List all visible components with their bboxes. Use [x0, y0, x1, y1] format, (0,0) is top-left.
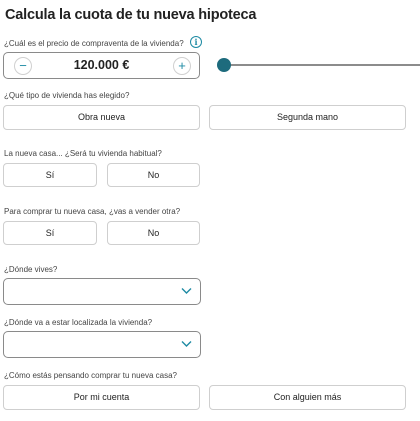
price-value[interactable]: 120.000 €	[4, 58, 199, 72]
option-new-build[interactable]: Obra nueva	[3, 105, 200, 130]
chevron-down-icon	[181, 341, 192, 347]
residence-select[interactable]	[3, 278, 201, 305]
option-second-hand[interactable]: Segunda mano	[209, 105, 406, 130]
habitual-no-button[interactable]: No	[107, 163, 200, 187]
increase-button[interactable]: +	[173, 57, 191, 75]
page-title: Calcula la cuota de tu nueva hipoteca	[5, 7, 257, 23]
price-slider-handle[interactable]	[217, 58, 231, 72]
option-with-someone[interactable]: Con alguien más	[209, 385, 406, 410]
buy-mode-label: ¿Cómo estás pensando comprar tu nueva ca…	[4, 371, 177, 380]
price-label: ¿Cuál es el precio de compraventa de la …	[4, 39, 184, 48]
residence-label: ¿Dónde vives?	[4, 265, 58, 274]
location-select[interactable]	[3, 331, 201, 358]
habitual-label: La nueva casa... ¿Será tu vivienda habit…	[4, 149, 162, 158]
sell-other-no-button[interactable]: No	[107, 221, 200, 245]
price-slider-track[interactable]	[224, 64, 420, 66]
location-label: ¿Dónde va a estar localizada la vivienda…	[4, 318, 153, 327]
habitual-yes-button[interactable]: Sí	[3, 163, 97, 187]
info-icon[interactable]: i	[190, 36, 202, 48]
price-stepper: − 120.000 € +	[3, 52, 200, 79]
chevron-down-icon	[181, 288, 192, 294]
sell-other-label: Para comprar tu nueva casa, ¿vas a vende…	[4, 207, 181, 216]
sell-other-yes-button[interactable]: Sí	[3, 221, 97, 245]
option-on-my-own[interactable]: Por mi cuenta	[3, 385, 200, 410]
housing-type-label: ¿Qué tipo de vivienda has elegido?	[4, 91, 130, 100]
